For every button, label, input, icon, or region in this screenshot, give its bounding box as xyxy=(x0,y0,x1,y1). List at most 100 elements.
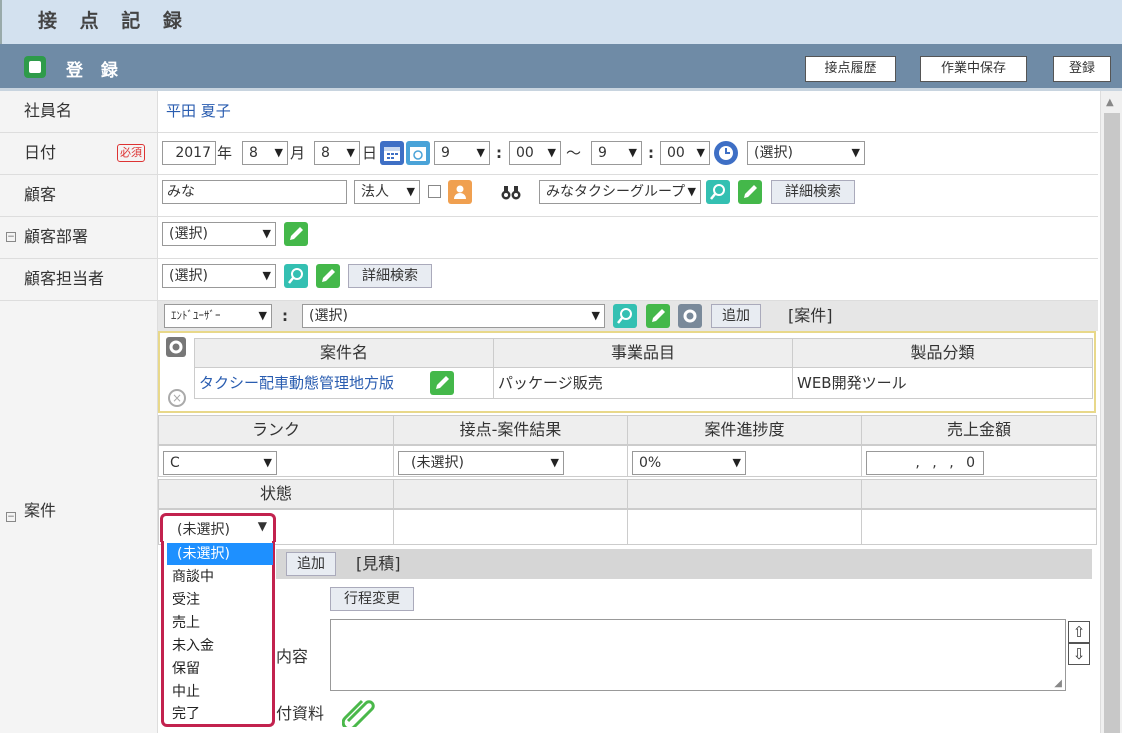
product-category-header: 製品分類 xyxy=(792,338,1093,368)
day-unit: 日 xyxy=(362,144,378,162)
person-icon[interactable] xyxy=(448,180,472,204)
edit-icon[interactable] xyxy=(646,304,670,328)
case-label-text: 案件 xyxy=(24,501,57,520)
content-textarea[interactable]: ◢ xyxy=(330,619,1066,691)
status-option[interactable]: 売上 xyxy=(167,612,273,634)
edit-icon[interactable] xyxy=(430,371,454,395)
vertical-scrollbar[interactable]: ▲ xyxy=(1100,91,1122,733)
customer-detail-search-button[interactable]: 詳細検索 xyxy=(771,180,855,204)
employee-name[interactable]: 平田 夏子 xyxy=(166,99,231,123)
calendar-today-icon[interactable] xyxy=(406,141,430,165)
edit-icon[interactable] xyxy=(284,222,308,246)
case-section-tag: [案件] xyxy=(788,306,833,325)
year-unit: 年 xyxy=(217,144,233,162)
start-hour-select[interactable]: 9 xyxy=(434,141,490,165)
save-draft-button[interactable]: 作業中保存 xyxy=(920,56,1027,82)
empty-cell-4 xyxy=(861,509,1097,545)
customer-type-select[interactable]: 法人 xyxy=(354,180,420,204)
status-dropdown-list: (未選択) 商談中 受注 売上 未入金 保留 中止 完了 xyxy=(161,541,275,727)
scroll-up-icon[interactable]: ▲ xyxy=(1106,97,1114,108)
employee-row: 平田 夏子 xyxy=(158,91,1098,133)
progress-header: 案件進捗度 xyxy=(627,415,862,445)
paperclip-icon[interactable] xyxy=(341,699,376,731)
estimate-tag: [見積] xyxy=(356,554,401,573)
customer-group-select[interactable]: みなタクシーグループ xyxy=(539,180,701,204)
table-settings-icon[interactable] xyxy=(166,337,186,357)
case-selector-bar: ｴﾝﾄﾞﾕｰｻﾞｰ : (選択) 追加 [案件] xyxy=(158,301,1098,331)
search-icon[interactable] xyxy=(613,304,637,328)
enduser-select[interactable]: ｴﾝﾄﾞﾕｰｻﾞｰ xyxy=(164,304,272,328)
case-select[interactable]: (選択) xyxy=(302,304,605,328)
year-input[interactable]: 2017 xyxy=(162,141,216,165)
collapse-toggle-dept[interactable]: − xyxy=(6,232,16,242)
schedule-change-button[interactable]: 行程変更 xyxy=(330,587,414,611)
calendar-icon[interactable] xyxy=(380,141,404,165)
settings-gear-icon[interactable] xyxy=(678,304,702,328)
customer-dept-label-text: 顧客部署 xyxy=(24,227,89,246)
register-button[interactable]: 登録 xyxy=(1053,56,1111,82)
status-option[interactable]: (未選択) xyxy=(167,543,273,565)
edit-icon[interactable] xyxy=(738,180,762,204)
contact-detail-search-button[interactable]: 詳細検索 xyxy=(348,264,432,288)
window-title: 接 点 記 録 xyxy=(38,10,190,32)
rank-select[interactable]: C xyxy=(163,451,277,475)
customer-checkbox[interactable] xyxy=(428,185,441,198)
progress-select[interactable]: 0% xyxy=(632,451,746,475)
empty-cell-2 xyxy=(393,509,628,545)
status-header: 状態 xyxy=(158,479,394,509)
product-category-value: WEB開発ツール xyxy=(797,374,907,392)
status-select[interactable]: (未選択) ▼ xyxy=(160,513,276,542)
status-select-value: (未選択) xyxy=(177,522,230,538)
contact-history-button[interactable]: 接点履歴 xyxy=(805,56,896,82)
status-option[interactable]: 未入金 xyxy=(167,635,273,657)
month-select[interactable]: 8 xyxy=(242,141,288,165)
end-hour-select[interactable]: 9 xyxy=(591,141,642,165)
search-icon[interactable] xyxy=(706,180,730,204)
customer-input[interactable]: みな xyxy=(162,180,347,204)
customer-dept-select[interactable]: (選択) xyxy=(162,222,276,246)
start-minute-select[interactable]: 00 xyxy=(509,141,561,165)
estimate-add-button[interactable]: 追加 xyxy=(286,552,336,576)
binoculars-icon[interactable] xyxy=(498,180,522,204)
collapse-toggle-case[interactable]: − xyxy=(6,512,16,522)
case-table: × 案件名 事業品目 製品分類 タクシー配車動態管理地方版 パッケージ販売 WE… xyxy=(158,331,1096,413)
remove-row-icon[interactable]: × xyxy=(168,389,186,407)
business-item-cell: パッケージ販売 xyxy=(493,367,793,399)
time-colon-1: : xyxy=(496,144,502,162)
time-range-tilde: 〜 xyxy=(566,144,582,162)
case-name-header: 案件名 xyxy=(194,338,494,368)
search-icon[interactable] xyxy=(284,264,308,288)
register-icon xyxy=(24,56,46,78)
window-titlebar: 接 点 記 録 xyxy=(0,0,1122,44)
amount-header: 売上金額 xyxy=(861,415,1097,445)
status-option[interactable]: 中止 xyxy=(167,681,273,703)
clock-icon[interactable] xyxy=(714,141,738,165)
status-option[interactable]: 保留 xyxy=(167,658,273,680)
status-option[interactable]: 完了 xyxy=(167,703,273,725)
date-label-text: 日付 xyxy=(24,143,57,162)
customer-dept-row: (選択) xyxy=(158,217,1098,259)
customer-contact-select[interactable]: (選択) xyxy=(162,264,276,288)
empty-header-2 xyxy=(393,479,628,509)
time-colon-2: : xyxy=(648,144,654,162)
move-up-icon[interactable]: ⇧ xyxy=(1068,621,1090,643)
end-minute-select[interactable]: 00 xyxy=(660,141,710,165)
result-select[interactable]: (未選択) xyxy=(398,451,564,475)
case-colon: : xyxy=(282,307,288,325)
case-add-button[interactable]: 追加 xyxy=(711,304,761,328)
move-down-icon[interactable]: ⇩ xyxy=(1068,643,1090,665)
edit-icon[interactable] xyxy=(316,264,340,288)
case-name-link[interactable]: タクシー配車動態管理地方版 xyxy=(199,371,394,395)
case-label: − 案件 xyxy=(0,301,158,733)
rank-header: ランク xyxy=(158,415,394,445)
amount-cell: , , , 0 xyxy=(861,445,1097,477)
time-preset-select[interactable]: (選択) xyxy=(747,141,865,165)
day-select[interactable]: 8 xyxy=(314,141,360,165)
status-option[interactable]: 商談中 xyxy=(167,566,273,588)
chevron-down-icon: ▼ xyxy=(257,519,267,533)
employee-label: 社員名 xyxy=(0,91,158,133)
customer-row: みな 法人 みなタクシーグループ 詳細検索 xyxy=(158,175,1098,217)
scrollbar-thumb[interactable] xyxy=(1104,113,1120,733)
status-option[interactable]: 受注 xyxy=(167,589,273,611)
amount-input[interactable]: , , , 0 xyxy=(866,451,984,475)
